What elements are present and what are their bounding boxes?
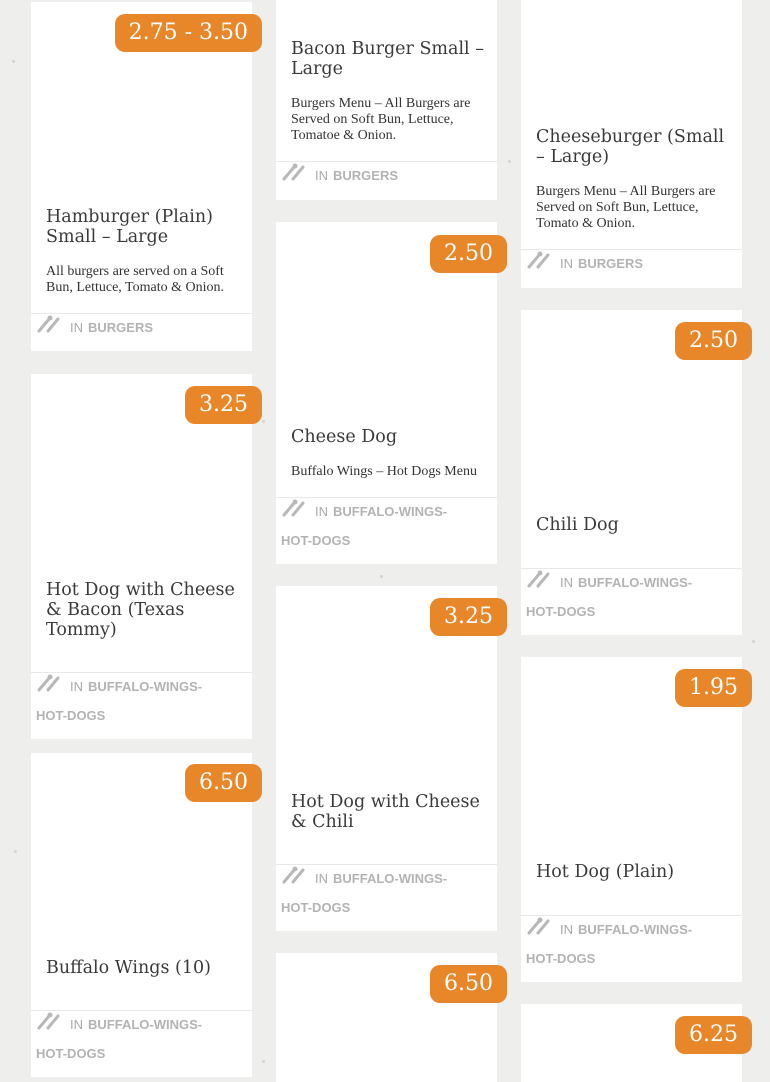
item-category: IN BUFFALO-WINGS-HOT-DOGS [31,672,252,730]
item-category: IN BURGERS [521,249,742,279]
price-badge: 6.50 [430,965,507,1003]
menu-item-card[interactable]: 6.50 Buffalo Wings (10) IN BUFFALO-WINGS-… [31,753,262,1077]
item-title[interactable]: Hamburger (Plain) Small – Large [46,207,240,247]
price-badge: 3.25 [185,386,262,424]
menu-item-card[interactable]: 6.50 [276,953,507,1082]
item-category: IN BUFFALO-WINGS-HOT-DOGS [521,568,742,626]
price-badge: 2.50 [675,322,752,360]
background-speck [752,640,755,643]
cutlery-icon [281,163,309,191]
price-badge: 6.50 [185,764,262,802]
category-link[interactable]: BURGERS [88,320,153,335]
background-speck [508,160,511,163]
item-description: Burgers Menu – All Burgers are Served on… [536,184,716,231]
in-label: IN [560,256,573,271]
cutlery-icon [36,1012,64,1040]
item-category: IN BUFFALO-WINGS-HOT-DOGS [31,1010,252,1068]
cutlery-icon [526,917,554,945]
item-category: IN BUFFALO-WINGS-HOT-DOGS [521,915,742,973]
item-title[interactable]: Buffalo Wings (10) [46,958,240,978]
item-title[interactable]: Hot Dog (Plain) [536,862,730,882]
menu-item-card[interactable]: 2.75 - 3.50 Hamburger (Plain) Small – La… [31,2,262,351]
background-speck [380,575,383,578]
background-speck [262,420,265,423]
menu-item-card[interactable]: 3.25 Hot Dog with Cheese & Chili IN BUFFA… [276,586,507,931]
menu-item-card[interactable]: Bacon Burger Small – Large Burgers Menu … [276,0,497,200]
item-description: All burgers are served on a Soft Bun, Le… [46,264,225,295]
item-title[interactable]: Bacon Burger Small – Large [291,39,485,79]
in-label: IN [560,575,573,590]
category-link[interactable]: BURGERS [578,256,643,271]
in-label: IN [560,922,573,937]
item-title[interactable]: Cheese Dog [291,427,485,447]
cutlery-icon [281,866,309,894]
in-label: IN [315,504,328,519]
item-title[interactable]: Hot Dog with Cheese & Chili [291,792,485,832]
category-link[interactable]: BURGERS [333,168,398,183]
menu-item-card[interactable]: 2.50 Cheese Dog Buffalo Wings – Hot Dogs… [276,222,507,564]
menu-item-card[interactable]: Cheeseburger (Small – Large) Burgers Men… [521,0,742,288]
price-badge: 6.25 [675,1016,752,1054]
background-speck [14,850,17,853]
background-speck [262,1060,265,1063]
in-label: IN [70,679,83,694]
item-description: Buffalo Wings – Hot Dogs Menu [291,464,477,479]
menu-item-card[interactable]: 6.25 [521,1004,752,1082]
menu-item-card[interactable]: 2.50 Chili Dog IN BUFFALO-WINGS-HOT-DOGS [521,310,752,635]
cutlery-icon [526,251,554,279]
item-title[interactable]: Hot Dog with Cheese & Bacon (Texas Tommy… [46,580,240,640]
menu-item-card[interactable]: 3.25 Hot Dog with Cheese & Bacon (Texas … [31,374,262,739]
item-category: IN BURGERS [31,313,252,343]
cutlery-icon [36,674,64,702]
item-description: Burgers Menu – All Burgers are Served on… [291,96,471,143]
in-label: IN [315,871,328,886]
item-title[interactable]: Cheeseburger (Small – Large) [536,127,730,167]
in-label: IN [70,320,83,335]
item-category: IN BURGERS [276,161,497,191]
item-category: IN BUFFALO-WINGS-HOT-DOGS [276,497,497,555]
price-badge: 1.95 [675,669,752,707]
in-label: IN [315,168,328,183]
item-title[interactable]: Chili Dog [536,515,730,535]
in-label: IN [70,1017,83,1032]
cutlery-icon [36,315,64,343]
price-badge: 3.25 [430,598,507,636]
cutlery-icon [281,499,309,527]
price-badge: 2.50 [430,235,507,273]
menu-item-card[interactable]: 1.95 Hot Dog (Plain) IN BUFFALO-WINGS-HOT… [521,657,752,982]
cutlery-icon [526,570,554,598]
price-badge: 2.75 - 3.50 [114,14,262,52]
background-speck [12,60,15,63]
item-category: IN BUFFALO-WINGS-HOT-DOGS [276,864,497,922]
